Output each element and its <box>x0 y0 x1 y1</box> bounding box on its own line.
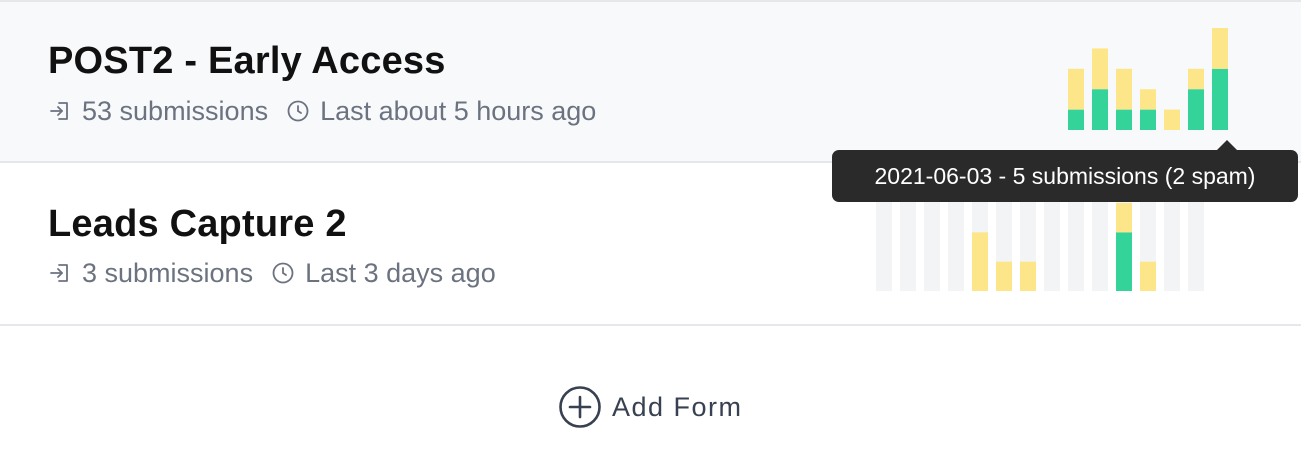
chart-bar-spam <box>1116 203 1132 233</box>
chart-bar-spam <box>1212 28 1228 69</box>
chart-bar-spam <box>1164 109 1180 130</box>
chart-bar-spam <box>1140 89 1156 110</box>
chart-bar-spam <box>996 261 1012 291</box>
chart-bar-spam <box>1188 68 1204 90</box>
add-form-button[interactable]: Add Form <box>558 384 743 430</box>
chart-bar-spam <box>1068 68 1084 110</box>
chart-tooltip: 2021-06-03 - 5 submissions (2 spam) <box>832 150 1298 202</box>
chart-bar-spam <box>1116 68 1132 110</box>
submissions-chart[interactable] <box>0 2 1301 163</box>
form-row[interactable]: POST2 - Early Access 53 submissions Last… <box>0 2 1301 163</box>
add-form-label: Add Form <box>612 391 743 422</box>
chart-bar-valid <box>1140 109 1156 130</box>
chart-bar-spam <box>972 232 988 291</box>
chart-bar-spam <box>1140 261 1156 291</box>
chart-bar-valid <box>1068 109 1084 130</box>
chart-bar-spam <box>1092 48 1108 90</box>
chart-bar-valid <box>1092 89 1108 130</box>
chart-bar-valid <box>1116 232 1132 291</box>
plus-circle-icon <box>559 386 601 428</box>
chart-bar-valid <box>1188 89 1204 130</box>
chart-bar-spam <box>1020 261 1036 291</box>
chart-bar-valid <box>1212 68 1228 130</box>
chart-bar-valid <box>1116 109 1132 130</box>
